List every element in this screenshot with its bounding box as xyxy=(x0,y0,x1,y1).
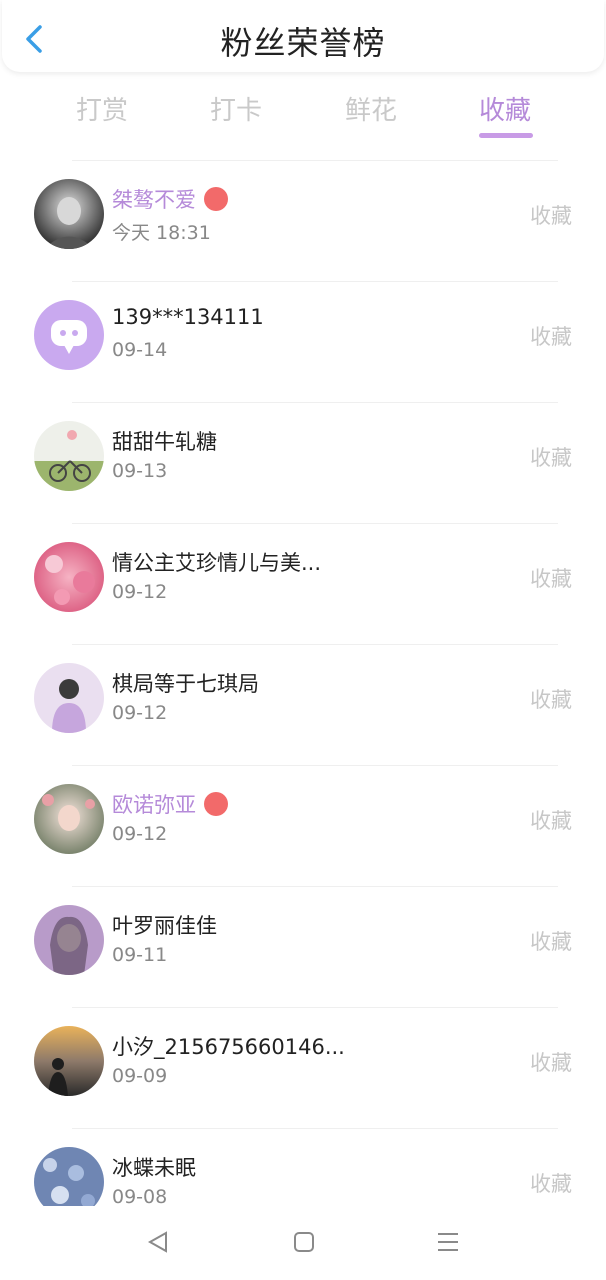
favorite-action-label: 收藏 xyxy=(530,688,572,712)
favorite-action-label: 收藏 xyxy=(530,567,572,591)
system-nav-bar xyxy=(0,1206,606,1280)
page-title: 粉丝荣誉榜 xyxy=(220,24,386,62)
fan-name: 甜甜牛轧糖 xyxy=(112,430,217,454)
list-item[interactable]: 小汐_215675660146... 09-09 收藏 xyxy=(0,1007,606,1128)
tab-bar: 打赏 打卡 鲜花 收藏 xyxy=(0,82,606,142)
fan-name: 小汐_215675660146... xyxy=(112,1035,345,1059)
fan-date: 09-14 xyxy=(112,339,168,361)
fan-date: 今天 18:31 xyxy=(112,222,211,244)
fan-name: 情公主艾珍情儿与美... xyxy=(112,551,322,575)
fan-date: 09-12 xyxy=(112,823,168,845)
avatar xyxy=(34,1147,104,1206)
fan-name: 欧诺弥亚 xyxy=(112,789,228,819)
favorite-action-label: 收藏 xyxy=(530,446,572,470)
fan-name: 139***134111 xyxy=(112,305,264,329)
avatar xyxy=(34,905,104,975)
list-item[interactable]: 桀骜不爱 今天 18:31 收藏 xyxy=(0,160,606,281)
vip-diamond-icon xyxy=(204,792,228,816)
avatar xyxy=(34,784,104,854)
divider xyxy=(72,281,558,282)
avatar xyxy=(34,421,104,491)
list-item[interactable]: 棋局等于七琪局 09-12 收藏 xyxy=(0,644,606,765)
menu-lines-icon[interactable] xyxy=(436,1230,460,1254)
fan-name: 棋局等于七琪局 xyxy=(112,672,259,696)
avatar xyxy=(34,1026,104,1096)
list-item[interactable]: 欧诺弥亚 09-12 收藏 xyxy=(0,765,606,886)
favorite-action-label: 收藏 xyxy=(530,809,572,833)
favorite-action-label: 收藏 xyxy=(530,204,572,228)
back-triangle-icon[interactable] xyxy=(146,1230,170,1254)
list-item[interactable]: 甜甜牛轧糖 09-13 收藏 xyxy=(0,402,606,523)
divider xyxy=(72,886,558,887)
tab-flowers[interactable]: 鲜花 xyxy=(331,90,411,127)
vip-diamond-icon xyxy=(204,187,228,211)
fan-name-text: 桀骜不爱 xyxy=(112,188,196,212)
active-tab-indicator xyxy=(479,133,533,138)
home-square-icon[interactable] xyxy=(292,1230,316,1254)
fan-date: 09-12 xyxy=(112,702,168,724)
list-item[interactable]: 情公主艾珍情儿与美... 09-12 收藏 xyxy=(0,523,606,644)
favorite-action-label: 收藏 xyxy=(530,1051,572,1075)
avatar xyxy=(34,542,104,612)
fan-date: 09-09 xyxy=(112,1065,168,1087)
fan-name: 叶罗丽佳佳 xyxy=(112,914,217,938)
tab-checkin[interactable]: 打卡 xyxy=(196,90,276,127)
divider xyxy=(72,402,558,403)
fan-date: 09-13 xyxy=(112,460,168,482)
favorite-action-label: 收藏 xyxy=(530,1172,572,1196)
favorite-action-label: 收藏 xyxy=(530,930,572,954)
divider xyxy=(72,644,558,645)
divider xyxy=(72,523,558,524)
divider xyxy=(72,765,558,766)
list-item[interactable]: 139***134111 09-14 收藏 xyxy=(0,281,606,402)
list-item[interactable]: 冰蝶未眠 09-08 收藏 xyxy=(0,1128,606,1206)
favorite-action-label: 收藏 xyxy=(530,325,572,349)
default-avatar-icon xyxy=(34,300,104,370)
fan-date: 09-12 xyxy=(112,581,168,603)
divider xyxy=(72,1128,558,1129)
fan-name-text: 欧诺弥亚 xyxy=(112,793,196,817)
divider xyxy=(72,160,558,161)
tab-favorites[interactable]: 收藏 xyxy=(465,90,545,127)
fan-list: 桀骜不爱 今天 18:31 收藏 139***134111 09-14 收藏 甜… xyxy=(0,160,606,1206)
list-item[interactable]: 叶罗丽佳佳 09-11 收藏 xyxy=(0,886,606,1007)
fan-name: 冰蝶未眠 xyxy=(112,1156,196,1180)
avatar xyxy=(34,663,104,733)
tab-reward[interactable]: 打赏 xyxy=(62,90,142,127)
header-bar: 粉丝荣誉榜 xyxy=(2,0,604,72)
fan-name: 桀骜不爱 xyxy=(112,184,228,214)
avatar xyxy=(34,179,104,249)
divider xyxy=(72,1007,558,1008)
fan-date: 09-08 xyxy=(112,1186,168,1206)
fan-date: 09-11 xyxy=(112,944,168,966)
